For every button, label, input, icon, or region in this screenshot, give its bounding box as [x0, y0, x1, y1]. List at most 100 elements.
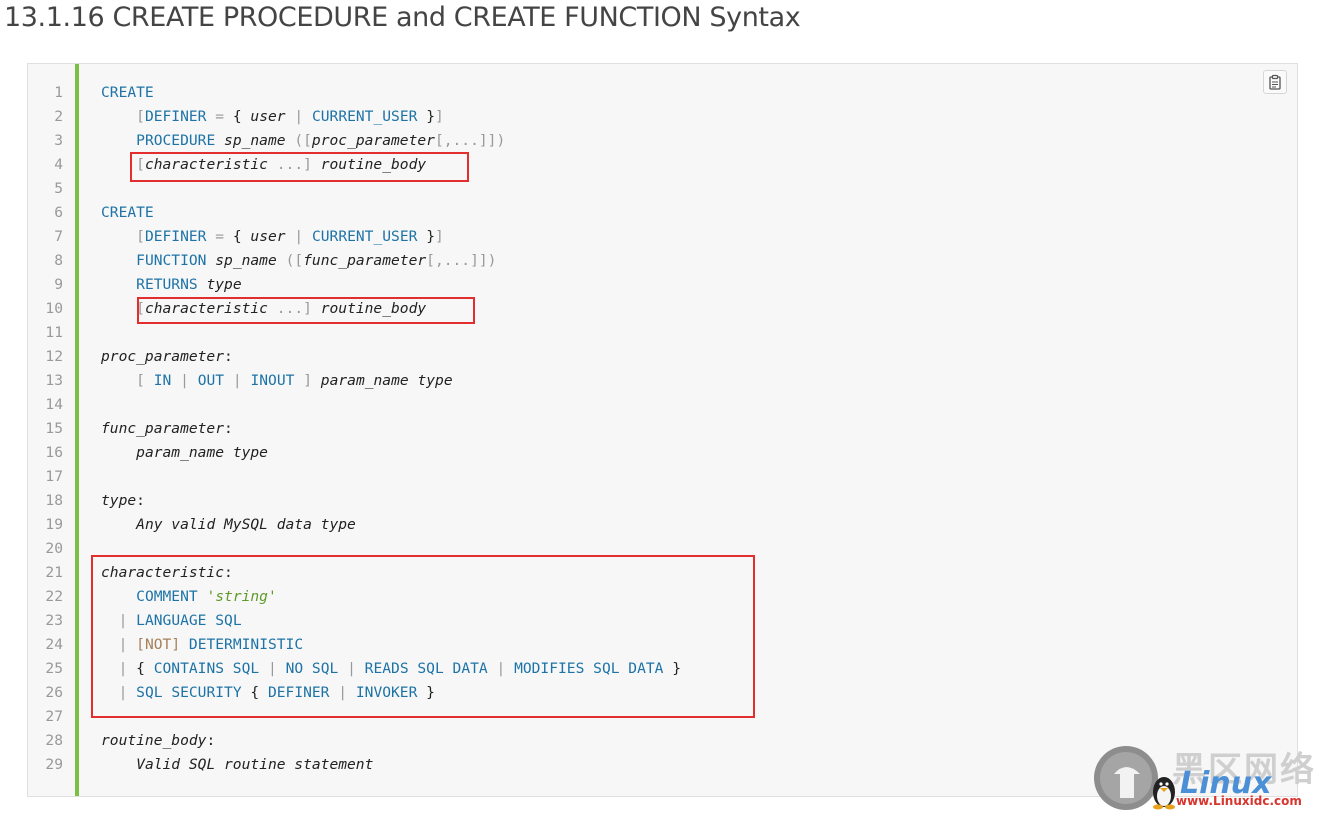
line-number: 10 [45, 300, 63, 317]
code-text: RETURNS type [101, 273, 242, 297]
code-token: [,...]]) [434, 132, 506, 149]
line-number: 11 [45, 324, 63, 341]
line-number: 16 [45, 444, 63, 461]
code-text: proc_parameter: [101, 345, 233, 369]
line-number: 2 [54, 108, 63, 125]
code-text: [DEFINER = { user | CURRENT_USER }] [101, 225, 444, 249]
watermark-logo: 黑区网络 Linux www.Linuxidc.com [1088, 740, 1318, 812]
line-number: 23 [45, 612, 63, 629]
code-token: = [215, 108, 225, 125]
watermark-url-text: www.Linuxidc.com [1176, 794, 1302, 808]
line-number: 6 [54, 204, 63, 221]
code-line: 2 [DEFINER = { user | CURRENT_USER }] [28, 105, 1258, 129]
code-token: param_name [320, 372, 409, 389]
line-number: 14 [45, 396, 63, 413]
code-token: = [215, 228, 225, 245]
code-line: 7 [DEFINER = { user | CURRENT_USER }] [28, 225, 1258, 249]
code-token: type [206, 276, 242, 293]
code-text: type: [101, 489, 145, 513]
code-token: } [417, 228, 435, 245]
code-token: func_parameter [101, 420, 225, 437]
code-text: [ IN | OUT | INOUT ] param_name type [101, 369, 452, 393]
code-line: 11 [28, 321, 1258, 345]
code-token: CURRENT_USER [311, 228, 418, 245]
code-line: 28 routine_body: [28, 729, 1258, 753]
line-number: 1 [54, 84, 63, 101]
code-token: user [250, 228, 286, 245]
code-token: [ [136, 228, 145, 245]
copy-button[interactable] [1263, 70, 1287, 94]
linux-penguin-logo [1094, 746, 1175, 810]
line-number: 22 [45, 588, 63, 605]
code-token: : [224, 348, 233, 365]
code-token: ] [303, 372, 312, 389]
code-text: Any valid MySQL data type [101, 513, 356, 537]
line-number: 21 [45, 564, 63, 581]
code-line: 15 func_parameter: [28, 417, 1258, 441]
page-title: 13.1.16 CREATE PROCEDURE and CREATE FUNC… [4, 2, 801, 33]
line-number: 3 [54, 132, 63, 149]
code-token: DEFINER [144, 228, 207, 245]
code-token: CREATE [101, 84, 154, 101]
code-text: CREATE [101, 81, 154, 105]
code-token: : [136, 492, 145, 509]
code-token: ] [434, 228, 444, 245]
code-token: [,...]]) [426, 252, 497, 269]
code-text: func_parameter: [101, 417, 233, 441]
code-text: routine_body: [101, 729, 215, 753]
code-token: | [294, 108, 304, 125]
code-token: sp_name [224, 132, 286, 149]
line-number: 27 [45, 708, 63, 725]
highlight-box-function-characteristic [137, 297, 475, 324]
code-token: | [232, 372, 242, 389]
code-token: CURRENT_USER [311, 108, 418, 125]
code-token: : [206, 732, 216, 749]
code-text: PROCEDURE sp_name ([proc_parameter[,...]… [101, 129, 505, 153]
line-number: 20 [45, 540, 63, 557]
code-token: routine_body [101, 732, 207, 749]
line-number: 9 [54, 276, 63, 293]
code-token: | [180, 372, 189, 389]
code-token: ([ [294, 132, 312, 149]
line-number: 17 [45, 468, 63, 485]
code-token: } [417, 108, 435, 125]
line-number: 28 [45, 732, 63, 749]
code-token: ([ [285, 252, 304, 269]
code-line: 17 [28, 465, 1258, 489]
code-token: type [101, 492, 137, 509]
code-text: param_name type [101, 441, 268, 465]
code-line: 19 Any valid MySQL data type [28, 513, 1258, 537]
code-token: [ [136, 372, 145, 389]
code-token: Any valid MySQL data type [136, 516, 356, 533]
line-number: 4 [54, 156, 63, 173]
code-token: CREATE [101, 204, 154, 221]
code-token: proc_parameter [101, 348, 225, 365]
code-token: { [224, 108, 251, 125]
code-line: 9 RETURNS type [28, 273, 1258, 297]
code-token: INOUT [250, 372, 295, 389]
line-number: 26 [45, 684, 63, 701]
code-token: RETURNS [136, 276, 198, 293]
code-token: func_parameter [303, 252, 427, 269]
code-token: DEFINER [144, 108, 207, 125]
code-line: 3 PROCEDURE sp_name ([proc_parameter[,..… [28, 129, 1258, 153]
code-line: 18 type: [28, 489, 1258, 513]
